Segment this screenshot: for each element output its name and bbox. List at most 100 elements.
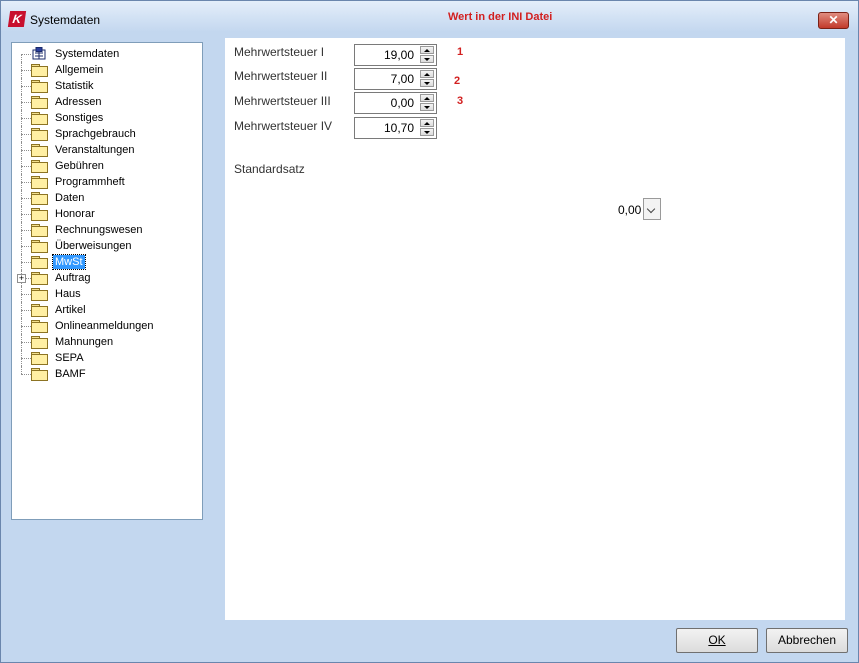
tree-item[interactable]: BAMF xyxy=(12,366,202,382)
vat-4-label: Mehrwertsteuer IV xyxy=(234,119,333,133)
tree-item[interactable]: Adressen xyxy=(12,94,202,110)
folder-icon xyxy=(31,80,48,93)
tree-item-label: Programmheft xyxy=(55,176,125,188)
standard-rate-value[interactable]: 0,00 xyxy=(618,203,641,217)
window-title: Systemdaten xyxy=(30,13,101,27)
tree-item[interactable]: Mahnungen xyxy=(12,334,202,350)
vat-1-spinner[interactable]: 19,00 xyxy=(354,44,437,66)
folder-icon xyxy=(31,336,48,349)
vat-3-label: Mehrwertsteuer III xyxy=(234,94,331,108)
spin-up-icon[interactable] xyxy=(420,119,434,127)
folder-icon xyxy=(31,208,48,221)
tree-item-label: Sonstiges xyxy=(55,112,104,124)
vat-1-value[interactable]: 19,00 xyxy=(384,48,414,62)
expand-icon[interactable]: + xyxy=(17,274,26,283)
tree-item-label: Daten xyxy=(55,192,85,204)
tree-item-label: Statistik xyxy=(55,80,94,92)
vat-2-spinner[interactable]: 7,00 xyxy=(354,68,437,90)
settings-tree[interactable]: Systemdaten Allgemein Statistik Adressen Son… xyxy=(11,42,203,520)
tree-item-label: Sprachgebrauch xyxy=(55,128,136,140)
tree-item-label: Honorar xyxy=(55,208,95,220)
tree-item[interactable]: Sonstiges xyxy=(12,110,202,126)
vat-3-value[interactable]: 0,00 xyxy=(391,96,414,110)
spin-up-icon[interactable] xyxy=(420,94,434,102)
tree-item-label: Gebühren xyxy=(55,160,104,172)
vat-3-note: 3 xyxy=(457,95,464,107)
tree-item-label: Allgemein xyxy=(55,64,104,76)
folder-icon xyxy=(31,224,48,237)
tree-item-label: Adressen xyxy=(55,96,102,108)
ini-annotation: Wert in der INI Datei xyxy=(448,11,553,23)
chevron-down-icon[interactable] xyxy=(643,198,661,220)
tree-item[interactable]: Honorar xyxy=(12,206,202,222)
tree-item[interactable]: Überweisungen xyxy=(12,238,202,254)
tree-item[interactable]: Gebühren xyxy=(12,158,202,174)
tree-item-label: Rechnungswesen xyxy=(55,224,143,236)
standard-rate-label: Standardsatz xyxy=(234,162,305,176)
folder-icon xyxy=(31,240,48,253)
tree-item[interactable]: Haus xyxy=(12,286,202,302)
tree-item-label: Onlineanmeldungen xyxy=(55,320,154,332)
folder-icon xyxy=(31,96,48,109)
folder-icon xyxy=(31,288,48,301)
vat-1-note: 1 xyxy=(457,46,464,58)
tree-item[interactable]: Systemdaten xyxy=(12,46,202,62)
spin-down-icon[interactable] xyxy=(420,103,434,111)
tree-item[interactable]: MwSt xyxy=(12,254,202,270)
database-icon xyxy=(32,47,46,60)
folder-icon xyxy=(31,256,48,269)
mwst-panel: Mehrwertsteuer I 19,00 1 Mehrwertsteuer … xyxy=(225,38,845,620)
tree-item[interactable]: Rechnungswesen xyxy=(12,222,202,238)
folder-icon xyxy=(31,192,48,205)
tree-item-label: Haus xyxy=(55,288,81,300)
tree-item[interactable]: + Auftrag xyxy=(12,270,202,286)
tree-item-label: Auftrag xyxy=(55,272,91,284)
spin-down-icon[interactable] xyxy=(420,128,434,136)
tree-item-label: Überweisungen xyxy=(55,240,132,252)
tree-item[interactable]: Sprachgebrauch xyxy=(12,126,202,142)
tree-item-label: SEPA xyxy=(55,352,84,364)
folder-icon xyxy=(31,368,48,381)
vat-1-label: Mehrwertsteuer I xyxy=(234,45,325,59)
folder-icon xyxy=(31,144,48,157)
tree-item[interactable]: Veranstaltungen xyxy=(12,142,202,158)
tree-item[interactable]: Artikel xyxy=(12,302,202,318)
app-logo-icon: K xyxy=(7,11,27,27)
tree-item-label: Artikel xyxy=(55,304,86,316)
tree-item-label: Veranstaltungen xyxy=(55,144,135,156)
folder-icon xyxy=(31,352,48,365)
cancel-button[interactable]: Abbrechen xyxy=(766,628,848,653)
tree-item-label: BAMF xyxy=(55,368,86,380)
tree-item-label: MwSt xyxy=(52,254,86,270)
tree-item[interactable]: Programmheft xyxy=(12,174,202,190)
ok-button[interactable]: OK xyxy=(676,628,758,653)
folder-icon xyxy=(31,176,48,189)
spin-up-icon[interactable] xyxy=(420,70,434,78)
vat-3-spinner[interactable]: 0,00 xyxy=(354,92,437,114)
vat-4-spinner[interactable]: 10,70 xyxy=(354,117,437,139)
vat-2-label: Mehrwertsteuer II xyxy=(234,69,328,83)
folder-icon xyxy=(31,112,48,125)
vat-4-value[interactable]: 10,70 xyxy=(384,121,414,135)
folder-icon xyxy=(31,320,48,333)
folder-icon xyxy=(31,272,48,285)
folder-icon xyxy=(31,128,48,141)
vat-2-value[interactable]: 7,00 xyxy=(391,72,414,86)
close-button[interactable]: ✕ xyxy=(818,12,849,29)
spin-down-icon[interactable] xyxy=(420,79,434,87)
tree-item-label: Systemdaten xyxy=(55,48,120,60)
folder-icon xyxy=(31,64,48,77)
tree-item[interactable]: Daten xyxy=(12,190,202,206)
systemdaten-window: K Systemdaten Wert in der INI Datei ✕ Sy… xyxy=(0,0,859,663)
tree-item-label: Mahnungen xyxy=(55,336,114,348)
tree-item[interactable]: Onlineanmeldungen xyxy=(12,318,202,334)
folder-icon xyxy=(31,160,48,173)
tree-item[interactable]: Allgemein xyxy=(12,62,202,78)
tree-item[interactable]: SEPA xyxy=(12,350,202,366)
title-bar[interactable]: K Systemdaten Wert in der INI Datei ✕ xyxy=(1,1,858,32)
folder-icon xyxy=(31,304,48,317)
tree-item[interactable]: Statistik xyxy=(12,78,202,94)
spin-up-icon[interactable] xyxy=(420,46,434,54)
vat-2-note: 2 xyxy=(454,75,461,87)
spin-down-icon[interactable] xyxy=(420,55,434,63)
